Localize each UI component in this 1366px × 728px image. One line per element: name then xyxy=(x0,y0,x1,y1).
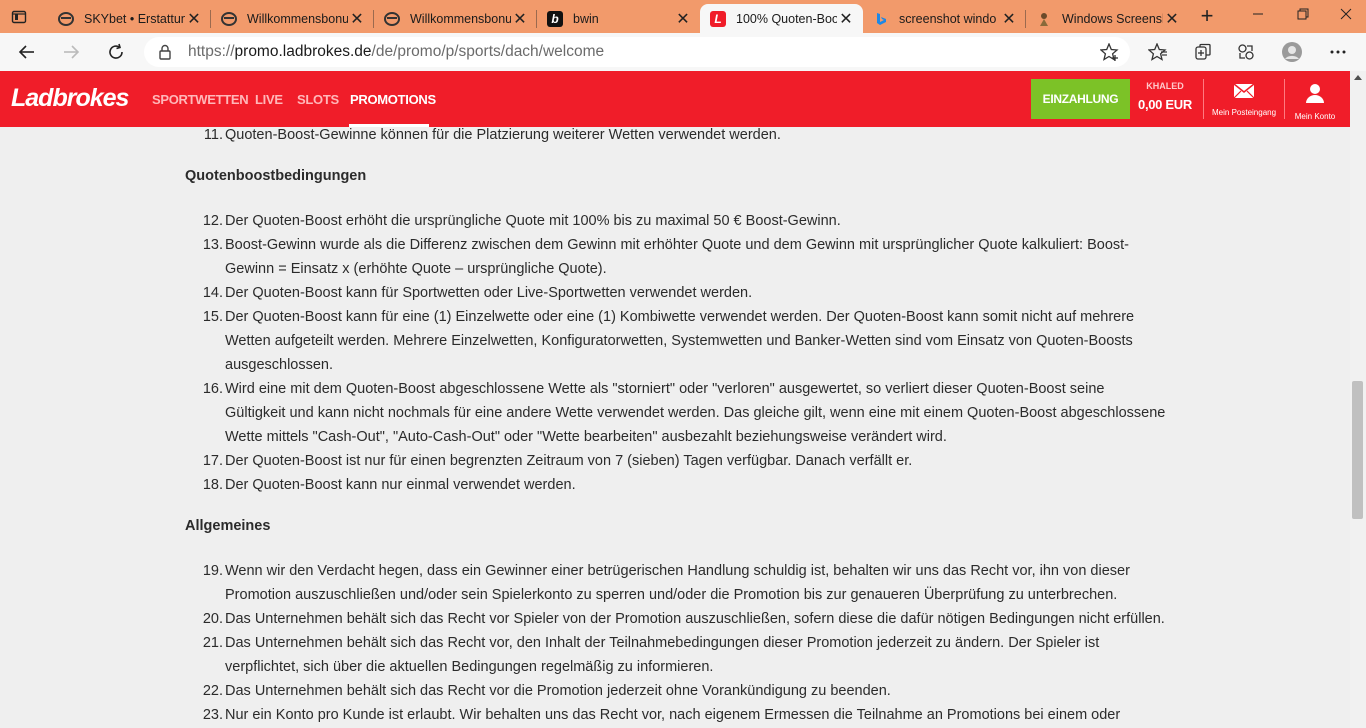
add-favorite-icon[interactable] xyxy=(1099,42,1120,66)
tab-actions-icon[interactable] xyxy=(9,7,29,27)
section-heading-allgemeines: Allgemeines xyxy=(185,518,271,534)
account-button[interactable]: Mein Konto xyxy=(1283,83,1347,121)
collections-icon[interactable] xyxy=(1191,41,1215,63)
ladbrokes-icon: L xyxy=(710,10,726,27)
close-tab-icon[interactable]: ✕ xyxy=(674,9,692,29)
close-tab-icon[interactable]: ✕ xyxy=(837,9,855,29)
nav-slots[interactable]: SLOTS xyxy=(297,92,339,107)
account-balance[interactable]: KHALED 0,00 EUR xyxy=(1130,81,1200,112)
list-item: 20. Das Unternehmen behält sich das Recht… xyxy=(202,611,1165,627)
scrollbar-thumb[interactable] xyxy=(1352,381,1363,519)
back-icon[interactable] xyxy=(14,39,40,65)
profile-avatar-icon[interactable] xyxy=(1280,41,1304,63)
close-tab-icon[interactable]: ✕ xyxy=(1163,9,1181,29)
sky-icon xyxy=(58,11,74,27)
tab-title: Willkommensbonu xyxy=(410,11,511,26)
envelope-icon xyxy=(1212,83,1276,104)
list-item: 16. Wird eine mit dem Quoten-Boost abgesc… xyxy=(202,381,1166,445)
extensions-icon[interactable] xyxy=(1234,41,1258,63)
tab-willkommensbonus-1[interactable]: Willkommensbonu ✕ xyxy=(211,4,374,33)
inbox-button[interactable]: Mein Posteingang xyxy=(1212,83,1276,117)
section-heading-quotenboost: Quotenboostbedingungen xyxy=(185,168,367,184)
ladbrokes-logo[interactable]: Ladbrokes xyxy=(11,84,129,113)
lock-icon[interactable] xyxy=(158,44,172,65)
account-label: Mein Konto xyxy=(1294,112,1336,121)
list-item: 15. Der Quoten-Boost kann für eine (1) Ei… xyxy=(202,309,1135,373)
forward-icon[interactable] xyxy=(58,39,84,65)
list-item: 13. Boost-Gewinn wurde als die Differenz … xyxy=(202,237,1129,277)
header-divider xyxy=(1203,79,1204,119)
list-item: 22. Das Unternehmen behält sich das Recht… xyxy=(202,683,891,699)
nav-sportwetten[interactable]: SPORTWETTEN xyxy=(152,92,249,107)
tab-ladbrokes-active[interactable]: L 100% Quoten-Boo ✕ xyxy=(700,4,863,33)
close-tab-icon[interactable]: ✕ xyxy=(511,9,529,29)
list-item: 12. Der Quoten-Boost erhöht die ursprüngl… xyxy=(202,213,841,229)
bwin-icon: b xyxy=(547,10,563,27)
tab-title: SKYbet • Erstattun xyxy=(84,11,185,26)
nav-live[interactable]: LIVE xyxy=(255,92,283,107)
close-window-icon[interactable] xyxy=(1326,2,1366,26)
url-text: https://promo.ladbrokes.de/de/promo/p/sp… xyxy=(188,43,605,60)
list-item: 19. Wenn wir den Verdacht hegen, dass ein… xyxy=(202,563,1130,603)
list-item: 17. Der Quoten-Boost ist nur für einen be… xyxy=(202,453,913,469)
list-item: 14. Der Quoten-Boost kann für Sportwetten… xyxy=(202,285,753,301)
list-item: 18. Der Quoten-Boost kann nur einmal verw… xyxy=(202,477,576,493)
site-header: Ladbrokes SPORTWETTEN LIVE SLOTS PROMOTI… xyxy=(0,71,1350,127)
close-tab-icon[interactable]: ✕ xyxy=(1000,9,1018,29)
nav-promotions[interactable]: PROMOTIONS xyxy=(350,92,436,107)
inbox-label: Mein Posteingang xyxy=(1212,108,1277,117)
tab-title: bwin xyxy=(573,11,599,26)
list-item: 11. Quoten-Boost-Gewinne können für die P… xyxy=(203,127,781,143)
tab-bwin[interactable]: b bwin ✕ xyxy=(537,4,700,33)
bing-icon xyxy=(873,11,889,27)
new-tab-icon[interactable]: + xyxy=(1196,5,1218,27)
tab-screenshot-windows[interactable]: screenshot windo ✕ xyxy=(863,4,1026,33)
scroll-up-icon[interactable] xyxy=(1354,75,1362,80)
favorites-icon[interactable] xyxy=(1146,41,1170,63)
more-menu-icon[interactable] xyxy=(1326,41,1350,63)
terms-content: 11. Quoten-Boost-Gewinne können für die P… xyxy=(0,127,1350,728)
address-bar[interactable]: https://promo.ladbrokes.de/de/promo/p/sp… xyxy=(144,37,1130,67)
user-icon xyxy=(1283,83,1347,108)
deposit-button[interactable]: EINZAHLUNG xyxy=(1031,79,1130,119)
refresh-icon[interactable] xyxy=(103,39,129,65)
page-scrollbar[interactable] xyxy=(1350,71,1366,728)
tab-title: Willkommensbonu xyxy=(247,11,348,26)
list-item: 23. Nur ein Konto pro Kunde ist erlaubt. … xyxy=(202,707,1121,723)
tab-windows-screenshot[interactable]: Windows Screensh ✕ xyxy=(1026,4,1189,33)
list-item: 21. Das Unternehmen behält sich das Recht… xyxy=(202,635,1100,675)
minimize-icon[interactable] xyxy=(1238,2,1278,26)
tab-title: screenshot windo xyxy=(899,11,997,26)
restore-icon[interactable] xyxy=(1283,2,1323,26)
tab-title: 100% Quoten-Boo xyxy=(736,11,837,26)
page-icon xyxy=(1036,11,1052,27)
edge-page-icon xyxy=(384,11,400,27)
edge-page-icon xyxy=(221,11,237,27)
username: KHALED xyxy=(1146,81,1184,91)
close-tab-icon[interactable]: ✕ xyxy=(185,9,203,29)
balance-value: 0,00 EUR xyxy=(1138,97,1192,112)
tab-strip: SKYbet • Erstattun ✕ Willkommensbonu ✕ W… xyxy=(0,0,1366,33)
close-tab-icon[interactable]: ✕ xyxy=(348,9,366,29)
address-bar-row: https://promo.ladbrokes.de/de/promo/p/sp… xyxy=(0,33,1366,72)
tab-willkommensbonus-2[interactable]: Willkommensbonu ✕ xyxy=(374,4,537,33)
tab-skybet[interactable]: SKYbet • Erstattun ✕ xyxy=(48,4,211,33)
tab-title: Windows Screensh xyxy=(1062,11,1163,26)
